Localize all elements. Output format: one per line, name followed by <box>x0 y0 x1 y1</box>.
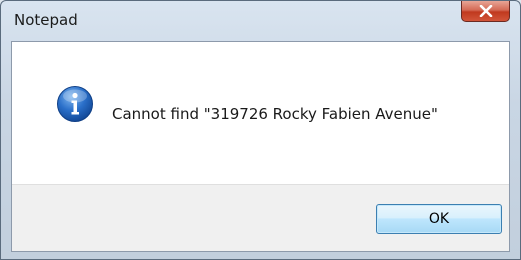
title-bar[interactable]: Notepad <box>1 1 520 39</box>
ok-button[interactable]: OK <box>376 204 502 234</box>
close-button[interactable] <box>461 1 510 22</box>
window-title: Notepad <box>14 11 78 29</box>
information-icon <box>56 85 94 123</box>
close-icon <box>479 5 493 17</box>
notepad-dialog-window: Notepad Cannot find "319726 Rocky Fabien… <box>0 0 521 260</box>
dialog-client-area: Cannot find "319726 Rocky Fabien Avenue"… <box>11 41 510 252</box>
button-bar: OK <box>12 184 509 251</box>
message-area: Cannot find "319726 Rocky Fabien Avenue" <box>12 42 509 184</box>
dialog-message: Cannot find "319726 Rocky Fabien Avenue" <box>112 105 438 123</box>
